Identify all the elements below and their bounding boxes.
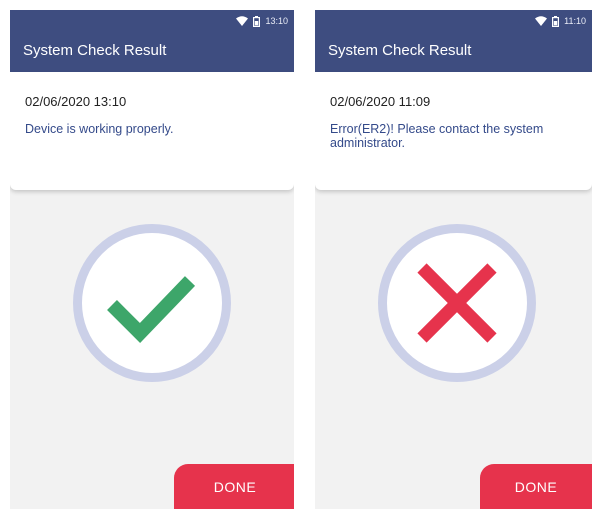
result-indicator (73, 224, 231, 382)
phone-screen-success: 13:10 System Check Result 02/06/2020 13:… (10, 10, 294, 509)
app-bar: 11:10 System Check Result (315, 10, 592, 72)
phone-screen-error: 11:10 System Check Result 02/06/2020 11:… (315, 10, 592, 509)
result-date: 02/06/2020 11:09 (330, 94, 431, 109)
result-card: 02/06/2020 11:09 Error(ER2)! Please cont… (315, 72, 592, 190)
app-bar: 13:10 System Check Result (10, 10, 294, 72)
status-bar: 11:10 (535, 13, 586, 29)
result-indicator (378, 224, 536, 382)
checkmark-icon (107, 276, 196, 343)
result-date: 02/06/2020 13:10 (25, 94, 127, 109)
status-time: 11:10 (564, 16, 586, 26)
status-bar: 13:10 (236, 13, 288, 29)
done-button[interactable]: DONE (174, 464, 294, 509)
x-mark-icon (417, 263, 497, 343)
status-time: 13:10 (265, 16, 288, 26)
wifi-icon (236, 16, 249, 26)
battery-icon (552, 15, 560, 27)
page-title: System Check Result (23, 42, 167, 59)
result-card: 02/06/2020 13:10 Device is working prope… (10, 72, 294, 190)
done-button[interactable]: DONE (480, 464, 592, 509)
battery-icon (253, 15, 261, 27)
wifi-icon (535, 16, 548, 26)
result-message: Device is working properly. (25, 122, 174, 136)
page-title: System Check Result (328, 42, 472, 59)
result-message: Error(ER2)! Please contact the system ad… (330, 122, 544, 150)
